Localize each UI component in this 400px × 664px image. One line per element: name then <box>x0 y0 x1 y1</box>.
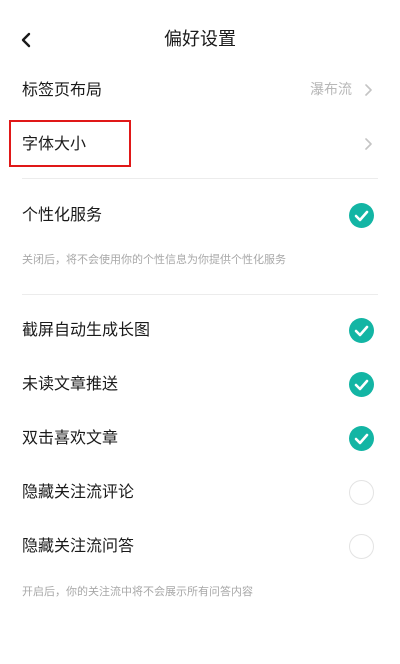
hide-follow-qa-label: 隐藏关注流问答 <box>22 536 135 555</box>
screenshot-long-image-toggle[interactable] <box>349 318 374 343</box>
divider <box>22 178 378 179</box>
row-personalized-service[interactable]: 个性化服务 <box>0 191 400 239</box>
hide-follow-qa-toggle[interactable] <box>349 534 374 559</box>
hide-follow-comments-label: 隐藏关注流评论 <box>22 482 135 501</box>
personalized-service-toggle[interactable] <box>349 203 374 228</box>
page-title: 偏好设置 <box>164 29 236 50</box>
divider <box>22 294 378 295</box>
checkmark-icon <box>354 379 369 391</box>
unread-push-label: 未读文章推送 <box>22 374 119 393</box>
hide-follow-comments-toggle[interactable] <box>349 480 374 505</box>
row-hide-follow-comments[interactable]: 隐藏关注流评论 <box>0 468 400 516</box>
row-unread-push[interactable]: 未读文章推送 <box>0 360 400 408</box>
highlight-box <box>9 120 131 167</box>
chevron-right-icon <box>365 84 372 96</box>
double-tap-like-toggle[interactable] <box>349 426 374 451</box>
row-tab-layout[interactable]: 标签页布局 瀑布流 <box>0 66 400 114</box>
checkmark-icon <box>354 433 369 445</box>
row-hide-follow-qa[interactable]: 隐藏关注流问答 <box>0 522 400 570</box>
personalized-service-hint: 关闭后，将不会使用你的个性信息为你提供个性化服务 <box>22 253 286 266</box>
chevron-right-icon <box>365 138 372 150</box>
double-tap-like-label: 双击喜欢文章 <box>22 428 119 447</box>
unread-push-toggle[interactable] <box>349 372 374 397</box>
checkmark-icon <box>354 210 369 222</box>
row-double-tap-like[interactable]: 双击喜欢文章 <box>0 414 400 462</box>
checkmark-icon <box>354 325 369 337</box>
row-screenshot-long-image[interactable]: 截屏自动生成长图 <box>0 306 400 354</box>
personalized-service-label: 个性化服务 <box>22 205 103 224</box>
screenshot-long-image-label: 截屏自动生成长图 <box>22 320 151 339</box>
follow-stream-hint: 开启后，你的关注流中将不会展示所有问答内容 <box>22 585 253 598</box>
tab-layout-value: 瀑布流 <box>310 82 352 98</box>
tab-layout-label: 标签页布局 <box>22 80 103 99</box>
